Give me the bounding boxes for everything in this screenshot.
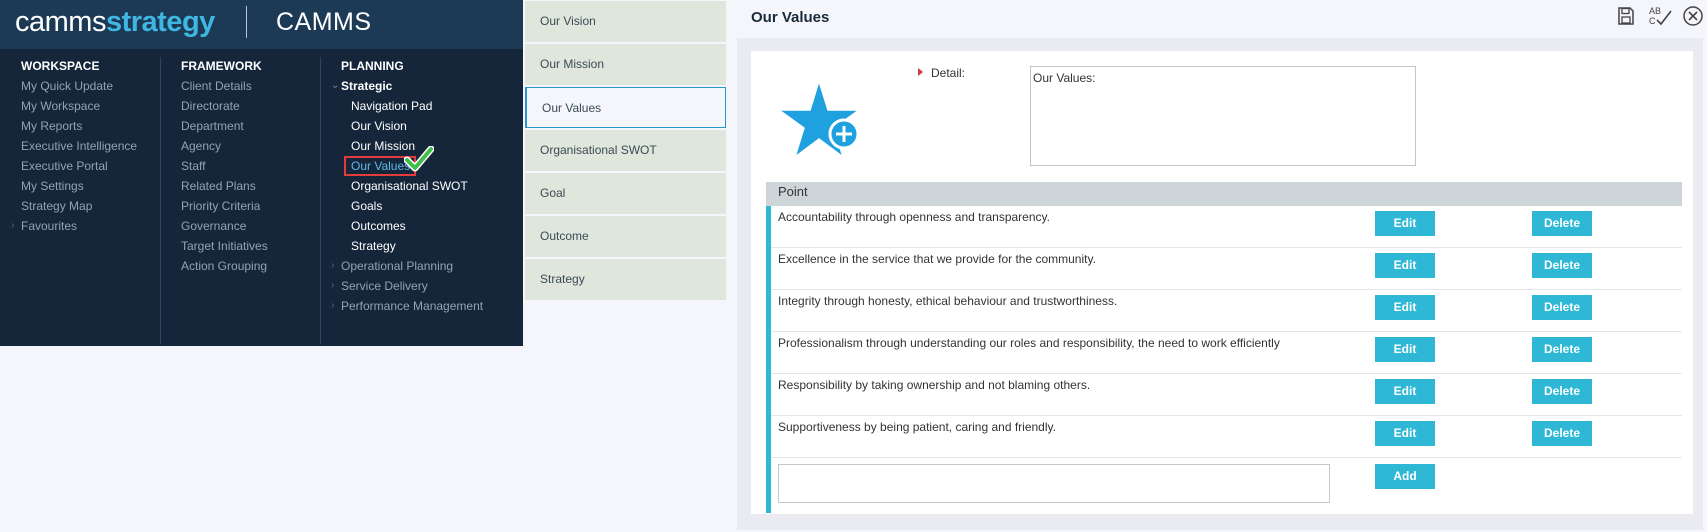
svg-text:AB: AB — [1649, 6, 1661, 16]
menu-item-directorate[interactable]: Directorate — [181, 99, 268, 113]
menu-item-priority-criteria[interactable]: Priority Criteria — [181, 199, 268, 213]
planning-column: PLANNING ⌄ Strategic Navigation Pad Our V… — [331, 59, 483, 319]
framework-column: FRAMEWORK Client Details Directorate Dep… — [181, 59, 268, 279]
menu-item-department[interactable]: Department — [181, 119, 268, 133]
menu-item-my-settings[interactable]: My Settings — [21, 179, 137, 193]
brand-bar: cammsstrategy CAMMS — [0, 0, 523, 49]
table-row: Responsibility by taking ownership and n… — [771, 374, 1682, 416]
table-row: Integrity through honesty, ethical behav… — [771, 290, 1682, 332]
section-tabs: Our Vision Our Mission Our Values Organi… — [525, 0, 726, 302]
edit-button[interactable]: Edit — [1375, 211, 1435, 236]
chevron-right-icon: › — [331, 260, 335, 271]
edit-button[interactable]: Edit — [1375, 337, 1435, 362]
delete-button[interactable]: Delete — [1532, 337, 1592, 362]
spellcheck-icon[interactable]: AB C — [1647, 5, 1673, 27]
delete-button[interactable]: Delete — [1532, 379, 1592, 404]
edit-button[interactable]: Edit — [1375, 253, 1435, 278]
menu-divider — [320, 57, 321, 344]
page-title: Our Values — [751, 9, 830, 26]
menu-item-performance-management[interactable]: › Performance Management — [331, 299, 483, 313]
point-text: Supportiveness by being patient, caring … — [778, 420, 1056, 434]
checkmark-icon — [404, 146, 434, 172]
workspace-heading: WORKSPACE — [21, 59, 100, 73]
workspace-column: WORKSPACE My Quick Update My Workspace M… — [11, 59, 137, 239]
star-add-icon[interactable] — [776, 79, 862, 161]
delete-button[interactable]: Delete — [1532, 253, 1592, 278]
tab-strategy[interactable]: Strategy — [525, 259, 726, 300]
edit-button[interactable]: Edit — [1375, 421, 1435, 446]
chevron-right-icon: › — [11, 220, 15, 231]
points-header: Point — [766, 182, 1682, 206]
detail-label: Detail: — [931, 66, 966, 80]
required-marker-icon — [918, 68, 923, 76]
menu-item-my-workspace[interactable]: My Workspace — [21, 99, 137, 113]
delete-button[interactable]: Delete — [1532, 421, 1592, 446]
menu-item-governance[interactable]: Governance — [181, 219, 268, 233]
menu-item-related-plans[interactable]: Related Plans — [181, 179, 268, 193]
point-text: Professionalism through understanding ou… — [778, 336, 1280, 350]
tab-our-vision[interactable]: Our Vision — [525, 1, 726, 42]
menu-item-target-initiatives[interactable]: Target Initiatives — [181, 239, 268, 253]
menu-item-agency[interactable]: Agency — [181, 139, 268, 153]
tab-organisational-swot[interactable]: Organisational SWOT — [525, 130, 726, 171]
brand-divider — [246, 6, 247, 38]
point-text: Excellence in the service that we provid… — [778, 252, 1096, 266]
menu-item-my-reports[interactable]: My Reports — [21, 119, 137, 133]
delete-button[interactable]: Delete — [1532, 211, 1592, 236]
svg-text:C: C — [1649, 16, 1656, 26]
add-button[interactable]: Add — [1375, 464, 1435, 489]
tab-our-mission[interactable]: Our Mission — [525, 44, 726, 85]
menu-item-favourites[interactable]: › Favourites — [11, 219, 137, 233]
menu-item-organisational-swot[interactable]: Organisational SWOT — [341, 179, 483, 193]
menu-item-action-grouping[interactable]: Action Grouping — [181, 259, 268, 273]
menu-item-goals[interactable]: Goals — [341, 199, 483, 213]
point-text: Accountability through openness and tran… — [778, 210, 1050, 224]
menu-item-executive-intelligence[interactable]: Executive Intelligence — [21, 139, 137, 153]
tab-goal[interactable]: Goal — [525, 173, 726, 214]
tab-outcome[interactable]: Outcome — [525, 216, 726, 257]
detail-field[interactable]: Our Values: — [1030, 66, 1416, 166]
main-menu: cammsstrategy CAMMS WORKSPACE My Quick U… — [0, 0, 523, 346]
menu-item-strategy-map[interactable]: Strategy Map — [21, 199, 137, 213]
menu-item-strategic[interactable]: ⌄ Strategic — [331, 79, 483, 93]
menu-item-strategy[interactable]: Strategy — [341, 239, 483, 253]
menu-item-client-details[interactable]: Client Details — [181, 79, 268, 93]
chevron-down-icon: ⌄ — [331, 80, 340, 91]
menu-item-navigation-pad[interactable]: Navigation Pad — [341, 99, 483, 113]
edit-button[interactable]: Edit — [1375, 379, 1435, 404]
menu-item-our-vision[interactable]: Our Vision — [341, 119, 483, 133]
table-row: Accountability through openness and tran… — [771, 206, 1682, 248]
table-row: Excellence in the service that we provid… — [771, 248, 1682, 290]
new-point-input[interactable] — [778, 464, 1330, 503]
menu-item-my-quick-update[interactable]: My Quick Update — [21, 79, 137, 93]
delete-button[interactable]: Delete — [1532, 295, 1592, 320]
save-icon[interactable] — [1615, 5, 1637, 27]
menu-item-service-delivery[interactable]: › Service Delivery — [331, 279, 483, 293]
close-icon[interactable] — [1682, 5, 1704, 27]
point-text: Integrity through honesty, ethical behav… — [778, 294, 1118, 308]
planning-heading: PLANNING — [341, 59, 404, 73]
camms-strategy-logo[interactable]: cammsstrategy — [15, 5, 215, 39]
edit-button[interactable]: Edit — [1375, 295, 1435, 320]
table-row: Professionalism through understanding ou… — [771, 332, 1682, 374]
chevron-right-icon: › — [331, 300, 335, 311]
menu-item-operational-planning[interactable]: › Operational Planning — [331, 259, 483, 273]
menu-item-executive-portal[interactable]: Executive Portal — [21, 159, 137, 173]
menu-item-outcomes[interactable]: Outcomes — [341, 219, 483, 233]
chevron-right-icon: › — [331, 280, 335, 291]
tab-our-values[interactable]: Our Values — [525, 87, 726, 128]
framework-heading: FRAMEWORK — [181, 59, 262, 73]
menu-divider — [160, 57, 161, 344]
table-row: Supportiveness by being patient, caring … — [771, 416, 1682, 458]
product-name: CAMMS — [276, 8, 372, 36]
menu-item-staff[interactable]: Staff — [181, 159, 268, 173]
point-text: Responsibility by taking ownership and n… — [778, 378, 1091, 392]
